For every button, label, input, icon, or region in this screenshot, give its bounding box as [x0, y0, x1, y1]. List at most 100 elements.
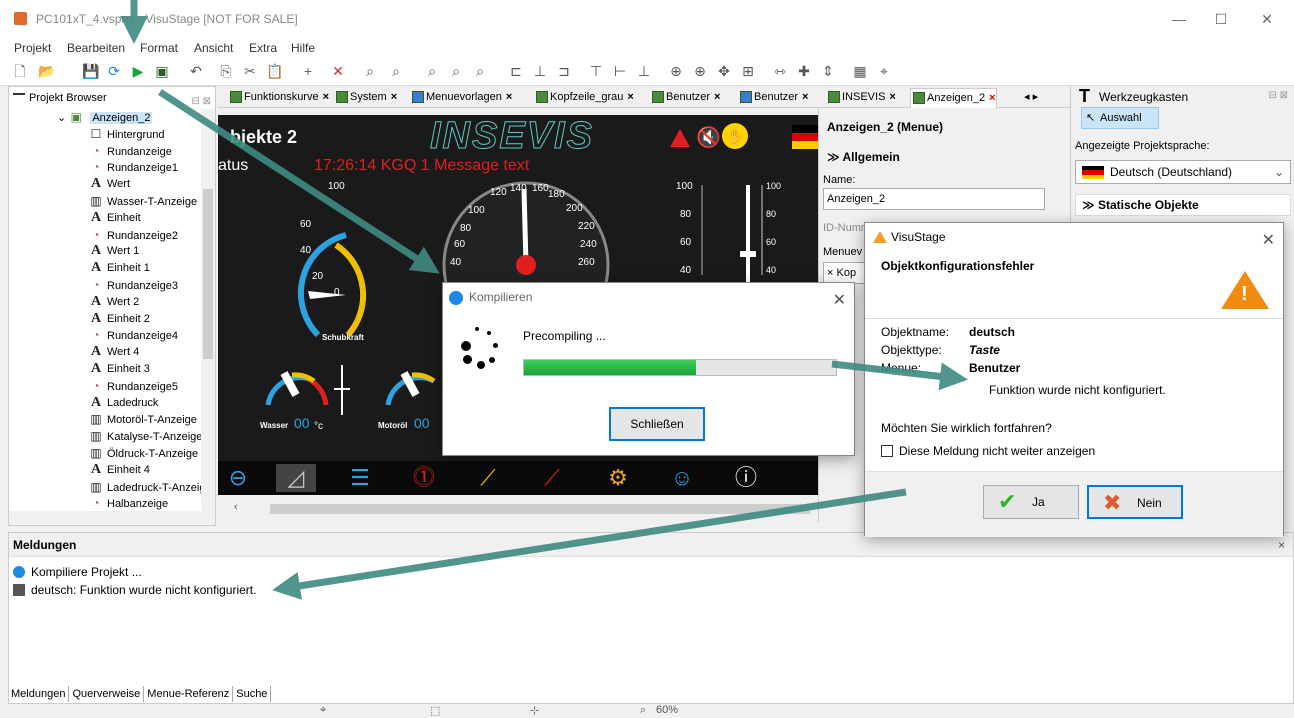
tab-scroll-arrows[interactable]: ◂ ▸ — [1020, 88, 1038, 108]
tree-item[interactable]: ▥ Ladedruck-T-Anzeige — [9, 479, 201, 496]
menu-bearbeiten[interactable]: Bearbeiten — [67, 41, 125, 55]
tab-close-icon[interactable]: × — [627, 91, 633, 103]
menu-hilfe[interactable]: Hilfe — [291, 41, 315, 55]
chevron-down-icon[interactable]: ⌄ — [57, 112, 66, 124]
zoom-icon[interactable]: ⌕ — [362, 63, 378, 79]
size-icon[interactable]: ⊞ — [740, 63, 756, 79]
center-h-icon[interactable]: ⊕ — [668, 63, 684, 79]
tree-item[interactable]: ☐ Hintergrund — [9, 126, 201, 143]
center-v-icon[interactable]: ⊕ — [692, 63, 708, 79]
tab-close-icon[interactable]: × — [989, 92, 995, 104]
settings-icon[interactable]: ⚙ — [598, 464, 638, 492]
tree-item[interactable]: ◔ Rundanzeige1 — [9, 159, 201, 176]
tab-querverweise[interactable]: Querverweise — [69, 686, 145, 702]
copy-icon[interactable]: ⎘ — [218, 63, 234, 79]
tree-item[interactable]: A Einheit 1 — [9, 260, 201, 277]
run-icon[interactable]: ▶ — [130, 63, 146, 79]
align-left-icon[interactable]: ⊏ — [508, 63, 524, 79]
tab-benutzer-2[interactable]: Benutzer × — [738, 88, 808, 108]
grid-icon[interactable]: ▦ — [852, 63, 868, 79]
gauge-icon[interactable]: ◿ — [276, 464, 316, 492]
menu-ansicht[interactable]: Ansicht — [194, 41, 233, 55]
new-file-icon[interactable]: 🗋 — [12, 63, 28, 79]
undo-icon[interactable]: ↶ — [188, 63, 204, 79]
alarm-icon[interactable]: ⓵ — [404, 464, 444, 492]
trend-chart-icon[interactable]: ⟋ — [468, 464, 508, 492]
menu-field[interactable]: × Kop — [823, 262, 867, 284]
selection-tool[interactable]: ↖ Auswahl — [1081, 107, 1159, 129]
align-right-icon[interactable]: ⊐ — [556, 63, 572, 79]
tab-close-icon[interactable]: × — [323, 91, 329, 103]
tree-item[interactable]: A Einheit 2 — [9, 311, 201, 328]
tree-item[interactable]: A Einheit — [9, 210, 201, 227]
tree-item[interactable]: A Wert — [9, 176, 201, 193]
scrollbar-thumb[interactable] — [203, 189, 213, 359]
tab-menue-referenz[interactable]: Menue-Referenz — [144, 686, 234, 702]
tree-item[interactable]: A Ladedruck — [9, 395, 201, 412]
language-select[interactable]: Deutsch (Deutschland) ⌄ — [1075, 160, 1291, 184]
menu-extra[interactable]: Extra — [249, 41, 277, 55]
zoom-fit-icon[interactable]: ⌕ — [472, 63, 488, 79]
tree-item[interactable]: ◔ Rundanzeige5 — [9, 378, 201, 395]
tree-item[interactable]: A Wert 2 — [9, 294, 201, 311]
tab-close-icon[interactable]: × — [802, 91, 808, 103]
tab-system[interactable]: System × — [334, 88, 397, 108]
distribute-icon[interactable]: ✚ — [796, 63, 812, 79]
tree-item[interactable]: ◔ Rundanzeige3 — [9, 277, 201, 294]
tree-item[interactable]: ▥ Öldruck-T-Anzeige — [9, 445, 201, 462]
back-arrow-icon[interactable]: ⊖ — [218, 464, 258, 492]
properties-section[interactable]: ≫ Allgemein — [827, 150, 900, 164]
tab-meldungen[interactable]: Meldungen — [8, 686, 70, 702]
align-top-icon[interactable]: ⊤ — [588, 63, 604, 79]
tree-item[interactable]: A Wert 4 — [9, 344, 201, 361]
compile-icon[interactable]: ⟳ — [106, 63, 122, 79]
zoom-in-icon[interactable]: ⌕ — [424, 63, 440, 79]
dont-show-again-checkbox[interactable] — [881, 445, 893, 457]
minimize-button[interactable]: — — [1164, 8, 1194, 30]
message-row[interactable]: Kompiliere Projekt ... — [9, 563, 1293, 581]
list-icon[interactable]: ☰ — [340, 464, 380, 492]
open-folder-icon[interactable]: 📂 — [38, 63, 55, 79]
tab-benutzer[interactable]: Benutzer × — [650, 88, 720, 108]
user-icon[interactable]: ☺ — [662, 464, 702, 492]
snap-icon[interactable]: ⌖ — [876, 63, 892, 79]
dont-show-again-label[interactable]: Diese Meldung nicht weiter anzeigen — [899, 444, 1095, 458]
name-input[interactable]: Anzeigen_2 — [823, 188, 1045, 210]
tree-item[interactable]: ▥ Wasser-T-Anzeige — [9, 193, 201, 210]
delete-icon[interactable]: ✕ — [330, 63, 346, 79]
distribute-v-icon[interactable]: ⇕ — [820, 63, 836, 79]
tree-item[interactable]: ▥ Motoröl-T-Anzeige — [9, 411, 201, 428]
scroll-left-icon[interactable]: ‹ — [234, 501, 238, 513]
close-window-button[interactable]: ✕ — [1252, 8, 1282, 30]
no-button[interactable]: ✖ Nein — [1087, 485, 1183, 519]
tab-close-icon[interactable]: × — [506, 91, 512, 103]
tab-insevis[interactable]: INSEVIS × — [826, 88, 896, 108]
align-center-icon[interactable]: ⊥ — [532, 63, 548, 79]
collapse-icon[interactable]: ≫ — [827, 150, 842, 164]
menu-projekt[interactable]: Projekt — [14, 41, 51, 55]
distribute-h-icon[interactable]: ⇿ — [772, 63, 788, 79]
zoom-out-icon[interactable]: ⌕ — [448, 63, 464, 79]
tab-close-icon[interactable]: × — [714, 91, 720, 103]
pin-icon[interactable]: ⊟ ⊠ — [1268, 90, 1288, 101]
cut-icon[interactable]: ✂ — [242, 63, 258, 79]
tree-vertical-scrollbar[interactable] — [201, 109, 215, 511]
menu-format[interactable]: Format — [140, 41, 178, 55]
message-row[interactable]: deutsch: Funktion wurde nicht konfigurie… — [9, 581, 1293, 599]
tree-item[interactable]: A Einheit 3 — [9, 361, 201, 378]
tree-item[interactable]: ◔ Rundanzeige — [9, 143, 201, 160]
align-bottom-icon[interactable]: ⊥ — [636, 63, 652, 79]
align-middle-icon[interactable]: ⊢ — [612, 63, 628, 79]
scrollbar-thumb[interactable] — [270, 504, 810, 514]
tree-item[interactable]: ◔ Rundanzeige4 — [9, 327, 201, 344]
line-chart-icon[interactable]: ⟋ — [532, 464, 572, 492]
editor-horizontal-scrollbar[interactable]: ‹ — [218, 498, 818, 520]
tree-item[interactable]: ▥ Katalyse-T-Anzeige — [9, 428, 201, 445]
tab-anzeigen-2[interactable]: Anzeigen_2 × — [910, 88, 997, 108]
tree-root[interactable]: ⌄ ▣ Anzeigen_2 — [9, 109, 201, 126]
close-icon[interactable]: ✕ — [833, 287, 846, 315]
tree-item[interactable]: A Wert 1 — [9, 243, 201, 260]
tab-funktionskurve[interactable]: Funktionskurve × — [228, 88, 329, 108]
add-icon[interactable]: + — [300, 63, 316, 79]
tab-kopfzeile-grau[interactable]: Kopfzeile_grau × — [534, 88, 634, 108]
